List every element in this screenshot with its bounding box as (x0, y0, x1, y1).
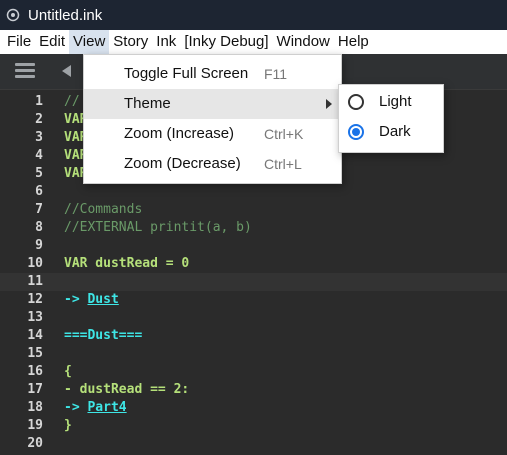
menu-item-shortcut: Ctrl+L (264, 156, 302, 172)
line-number: 20 (27, 436, 43, 451)
code-line: 13 (0, 309, 507, 327)
menu-item-toggle-full-screen[interactable]: Toggle Full Screen F11 (84, 59, 341, 89)
code-text: // (64, 94, 80, 109)
app-icon (6, 8, 20, 22)
line-number: 3 (35, 130, 43, 145)
submenu-arrow-icon (326, 99, 332, 109)
code-line: 20 (0, 435, 507, 453)
line-number: 8 (35, 220, 43, 235)
code-line: 8 //EXTERNAL printit(a, b) (0, 219, 507, 237)
line-number: 7 (35, 202, 43, 217)
theme-option-light[interactable]: Light (339, 87, 443, 117)
menu-item-label: Zoom (Decrease) (124, 155, 241, 172)
code-line: 18 -> Part4 (0, 399, 507, 417)
theme-option-dark[interactable]: Dark (339, 117, 443, 147)
line-number: 11 (27, 274, 43, 289)
menu-ink[interactable]: Ink (152, 30, 180, 54)
menu-item-shortcut: Ctrl+K (264, 126, 304, 142)
code-text: //EXTERNAL printit(a, b) (64, 220, 252, 235)
code-text: VAR dustRead = 0 (64, 256, 190, 271)
menu-help[interactable]: Help (334, 30, 373, 54)
menu-story[interactable]: Story (109, 30, 152, 54)
code-line: 19} (0, 417, 507, 435)
line-number: 2 (35, 112, 43, 127)
line-number: 6 (35, 184, 43, 199)
line-number: 19 (27, 418, 43, 433)
hamburger-icon[interactable] (15, 63, 35, 79)
view-menu-dropdown: Toggle Full Screen F11 Theme Zoom (Incre… (83, 54, 342, 184)
code-line: 15 (0, 345, 507, 363)
menu-inky-debug[interactable]: [Inky Debug] (180, 30, 272, 54)
code-text: //Commands (64, 202, 143, 217)
code-text: - dustRead == 2: (64, 382, 190, 397)
theme-submenu: Light Dark (338, 84, 444, 153)
code-text: ===Dust=== (64, 328, 143, 343)
line-number: 12 (27, 292, 43, 307)
line-number: 15 (27, 346, 43, 361)
menu-window[interactable]: Window (273, 30, 334, 54)
divert-arrow: -> (64, 292, 88, 307)
theme-option-label: Dark (379, 123, 411, 140)
menu-item-theme[interactable]: Theme (84, 89, 341, 119)
divert-link-part4[interactable]: Part4 (87, 400, 126, 415)
line-number: 4 (35, 148, 43, 163)
window-title: Untitled.ink (28, 6, 103, 24)
code-text: { (64, 364, 72, 379)
menu-item-label: Zoom (Increase) (124, 125, 235, 142)
menu-item-zoom-decrease[interactable]: Zoom (Decrease) Ctrl+L (84, 149, 341, 179)
code-text: } (64, 418, 72, 433)
divert-arrow: -> (64, 400, 88, 415)
line-number: 9 (35, 238, 43, 253)
radio-checked-icon[interactable] (348, 124, 364, 140)
code-line: 6 (0, 183, 507, 201)
code-line: 7 //Commands (0, 201, 507, 219)
menu-edit[interactable]: Edit (35, 30, 69, 54)
menu-item-label: Theme (124, 95, 171, 112)
menu-item-zoom-increase[interactable]: Zoom (Increase) Ctrl+K (84, 119, 341, 149)
menu-item-shortcut: F11 (264, 66, 288, 82)
line-number: 5 (35, 166, 43, 181)
line-number: 13 (27, 310, 43, 325)
code-line: 9 (0, 237, 507, 255)
title-bar: Untitled.ink (0, 0, 507, 30)
code-line: 16 { (0, 363, 507, 381)
menu-view[interactable]: View (69, 30, 110, 54)
code-line: 17 - dustRead == 2: (0, 381, 507, 399)
line-number: 18 (27, 400, 43, 415)
code-line-current: 11 (0, 273, 507, 291)
code-line: 14 ===Dust=== (0, 327, 507, 345)
line-number: 16 (27, 364, 43, 379)
radio-unchecked-icon[interactable] (348, 94, 364, 110)
menu-bar: File Edit View Story Ink [Inky Debug] Wi… (0, 30, 507, 54)
back-arrow-icon[interactable] (62, 65, 71, 77)
code-line: 12 -> Dust (0, 291, 507, 309)
menu-item-label: Toggle Full Screen (124, 65, 249, 82)
line-number: 10 (27, 256, 43, 271)
divert-link-dust[interactable]: Dust (87, 292, 118, 307)
menu-file[interactable]: File (0, 30, 35, 54)
line-number: 17 (27, 382, 43, 397)
line-number: 14 (27, 328, 43, 343)
theme-option-label: Light (379, 93, 412, 110)
line-number: 1 (35, 94, 43, 109)
code-line: 10 VAR dustRead = 0 (0, 255, 507, 273)
